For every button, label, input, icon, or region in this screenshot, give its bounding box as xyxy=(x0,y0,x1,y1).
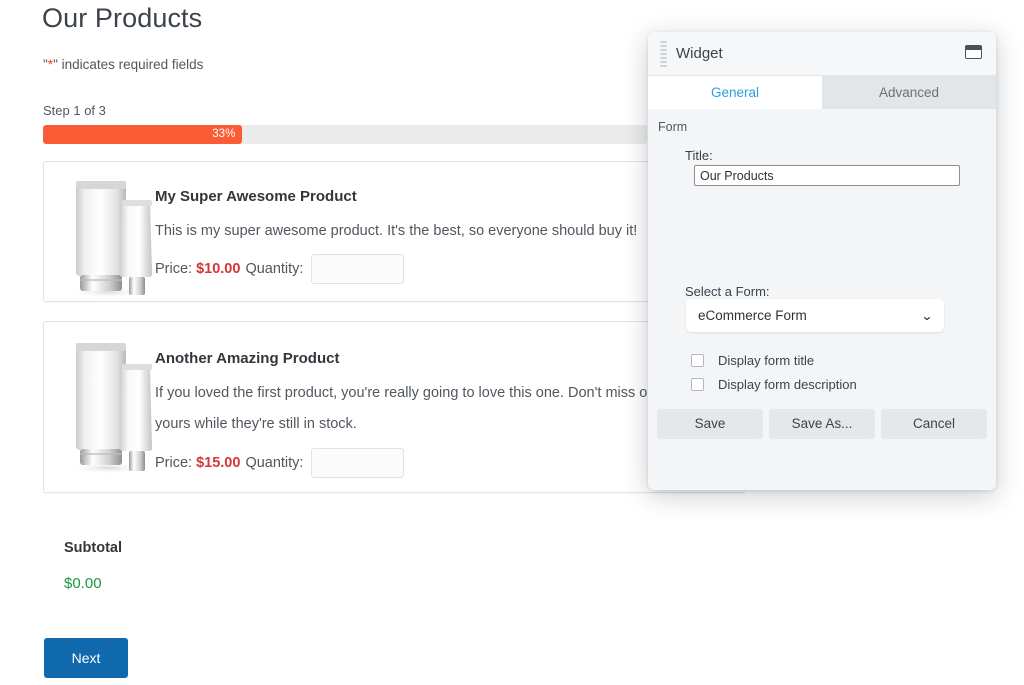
tab-advanced[interactable]: Advanced xyxy=(822,76,996,109)
page-title: Our Products xyxy=(42,0,202,36)
subtotal-label: Subtotal xyxy=(64,539,122,558)
chevron-down-icon: ⌄ xyxy=(921,310,934,322)
required-fields-note: "*" indicates required fields xyxy=(43,56,203,74)
dialog-body: Form Title: Select a Form: eCommerce For… xyxy=(648,109,996,446)
product-card: My Super Awesome Product This is my supe… xyxy=(43,161,745,302)
form-select-dropdown[interactable]: eCommerce Form ⌄ xyxy=(686,299,944,332)
step-indicator: Step 1 of 3 xyxy=(43,103,106,119)
cosmetic-tubes-icon xyxy=(66,338,166,474)
title-input[interactable] xyxy=(694,165,960,186)
product-description: If you loved the first product, you're r… xyxy=(155,378,720,440)
drag-handle-icon[interactable] xyxy=(660,41,667,67)
checkbox-display-form-description[interactable]: Display form description xyxy=(691,377,857,392)
product-price-row: Price: $15.00 Quantity: xyxy=(155,448,404,478)
widget-dialog: Widget General Advanced Form Title: Sele… xyxy=(648,32,996,490)
progress-bar-track: 33% xyxy=(43,125,647,144)
quantity-label: Quantity: xyxy=(245,261,303,277)
quantity-input[interactable] xyxy=(311,448,404,478)
checkbox-display-form-title[interactable]: Display form title xyxy=(691,353,814,368)
checkbox-box[interactable] xyxy=(691,354,704,367)
product-title: Another Amazing Product xyxy=(155,349,339,369)
checkbox-box[interactable] xyxy=(691,378,704,391)
product-card: Another Amazing Product If you loved the… xyxy=(43,321,745,493)
price-value: $15.00 xyxy=(196,455,240,471)
product-description: This is my super awesome product. It's t… xyxy=(155,216,715,247)
form-section-label: Form xyxy=(658,120,687,134)
dialog-titlebar[interactable]: Widget xyxy=(648,32,996,76)
tab-general[interactable]: General xyxy=(648,76,822,109)
cancel-button[interactable]: Cancel xyxy=(881,409,987,439)
form-select-value: eCommerce Form xyxy=(698,308,807,323)
cosmetic-tubes-icon xyxy=(66,176,166,298)
title-field-label: Title: xyxy=(685,148,713,163)
price-label: Price: xyxy=(155,261,192,277)
checkbox-label: Display form description xyxy=(718,377,857,392)
window-restore-icon[interactable] xyxy=(965,45,982,59)
next-button[interactable]: Next xyxy=(44,638,128,678)
price-label: Price: xyxy=(155,455,192,471)
save-as-button[interactable]: Save As... xyxy=(769,409,875,439)
checkbox-label: Display form title xyxy=(718,353,814,368)
subtotal-value: $0.00 xyxy=(64,574,102,594)
required-note-text: " indicates required fields xyxy=(53,57,203,72)
dialog-footer: Save Save As... Cancel xyxy=(648,401,996,446)
quantity-input[interactable] xyxy=(311,254,404,284)
dialog-tabs: General Advanced xyxy=(648,76,996,109)
price-value: $10.00 xyxy=(196,261,240,277)
quantity-label: Quantity: xyxy=(245,455,303,471)
product-title: My Super Awesome Product xyxy=(155,187,357,207)
save-button[interactable]: Save xyxy=(657,409,763,439)
progress-bar-fill: 33% xyxy=(43,125,242,144)
dialog-title: Widget xyxy=(676,44,723,64)
select-form-label: Select a Form: xyxy=(685,284,770,299)
product-price-row: Price: $10.00 Quantity: xyxy=(155,254,404,284)
